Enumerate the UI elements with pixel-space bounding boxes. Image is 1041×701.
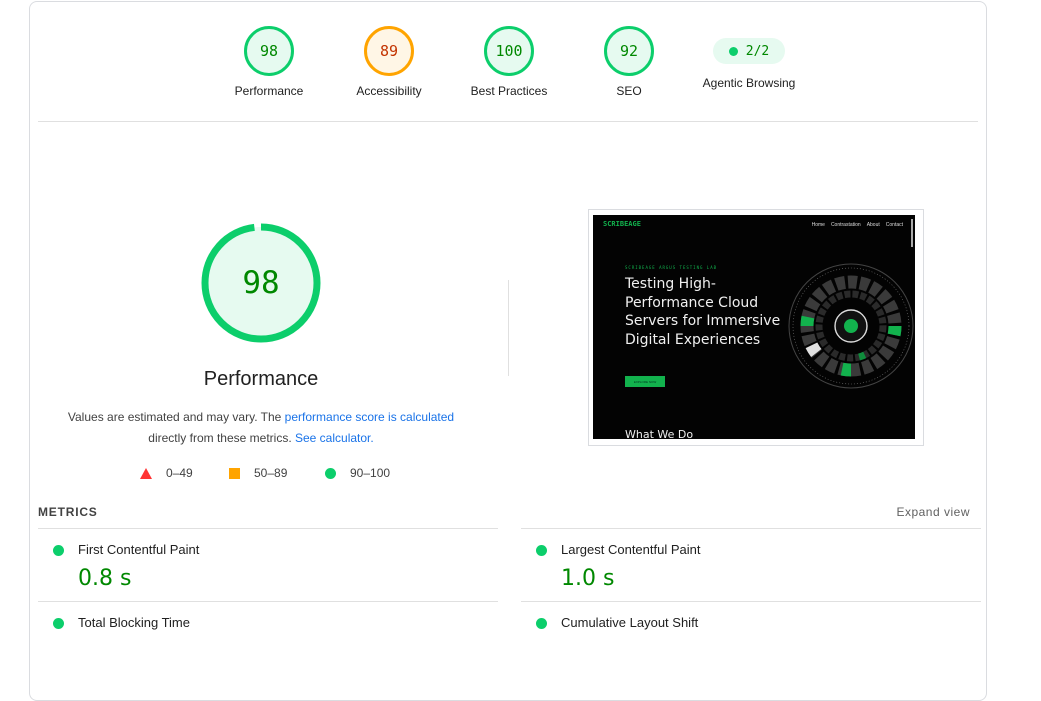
gauge-score: 89 xyxy=(364,26,414,76)
legend-item: 90–100 xyxy=(325,466,390,480)
divider xyxy=(508,280,509,376)
legend-item: 50–89 xyxy=(229,466,287,480)
legend-item: 0–49 xyxy=(140,466,193,480)
gauge-label: Agentic Browsing xyxy=(702,76,796,90)
metric-name: Largest Contentful Paint xyxy=(561,542,701,557)
red-triangle-icon xyxy=(140,467,152,479)
metric-name: Cumulative Layout Shift xyxy=(561,615,699,630)
pass-dot-icon xyxy=(53,545,64,556)
screenshot-tag: SCRIBEAGE ARGUS TESTING LAB xyxy=(625,265,718,270)
metric-cumulative-layout-shift: Cumulative Layout Shift xyxy=(521,601,981,675)
legend-range: 50–89 xyxy=(254,466,288,480)
score-calculated-link[interactable]: performance score is calculated xyxy=(285,410,454,424)
screenshot-nav-item: About xyxy=(866,222,880,228)
gauge-agentic-browsing[interactable]: 2/2 Agentic Browsing xyxy=(689,26,809,90)
metrics-header: METRICS xyxy=(38,505,98,519)
gauge-score: 98 xyxy=(244,26,294,76)
performance-gauge: 98 xyxy=(201,223,321,343)
legend-range: 90–100 xyxy=(350,466,391,480)
screenshot-nav-item: Contrastation xyxy=(830,222,861,228)
gauge-seo[interactable]: 92 SEO xyxy=(569,26,689,98)
screenshot-nav-item: Home xyxy=(811,222,825,228)
gauge-label: Performance xyxy=(234,84,304,98)
screenshot-button: EXPLORE NOW xyxy=(625,376,665,387)
screenshot-nav: Home Contrastation About Contact xyxy=(812,222,903,228)
metric-value: 0.8 s xyxy=(78,566,132,591)
score-summary: 98 Performance 89 Accessibility 100 Best… xyxy=(30,2,986,122)
desc-text: Values are estimated and may vary. The xyxy=(67,410,285,424)
expand-view-toggle[interactable]: Expand view xyxy=(896,505,970,519)
screenshot-scrollbar xyxy=(911,219,913,247)
pass-dot-icon xyxy=(536,618,547,629)
server-ring-graphic xyxy=(788,263,914,389)
metric-value: 1.0 s xyxy=(561,566,615,591)
metric-name: First Contentful Paint xyxy=(78,542,200,557)
screenshot-heading: Testing High-Performance Cloud Servers f… xyxy=(625,276,781,348)
see-calculator-link[interactable]: See calculator. xyxy=(295,431,374,445)
screenshot-image: SCRIBEAGE Home Contrastation About Conta… xyxy=(593,215,915,439)
gauge-performance[interactable]: 98 Performance xyxy=(209,26,329,98)
gauge-label: Accessibility xyxy=(356,84,422,98)
pass-dot-icon xyxy=(53,618,64,629)
gauge-accessibility[interactable]: 89 Accessibility xyxy=(329,26,449,98)
green-circle-icon xyxy=(325,467,336,479)
screenshot-nav-item: Contact xyxy=(885,222,903,228)
agentic-pill: 2/2 xyxy=(713,38,785,64)
legend-range: 0–49 xyxy=(166,466,193,480)
performance-score: 98 xyxy=(242,265,280,301)
pass-dot-icon xyxy=(536,545,547,556)
performance-title: Performance xyxy=(203,368,319,390)
orange-square-icon xyxy=(229,467,240,479)
desc-text: directly from these metrics. xyxy=(148,431,292,445)
final-screenshot[interactable]: SCRIBEAGE Home Contrastation About Conta… xyxy=(588,209,924,446)
performance-description: Values are estimated and may vary. The p… xyxy=(60,407,462,449)
report-card: 98 Performance 89 Accessibility 100 Best… xyxy=(29,1,987,701)
gauge-best-practices[interactable]: 100 Best Practices xyxy=(449,26,569,98)
gauge-score: 92 xyxy=(604,26,654,76)
gauge-label: SEO xyxy=(616,84,642,98)
divider xyxy=(38,121,978,122)
metric-total-blocking-time: Total Blocking Time xyxy=(38,601,498,675)
pass-dot-icon xyxy=(728,46,738,56)
screenshot-logo: SCRIBEAGE xyxy=(603,220,641,228)
metric-name: Total Blocking Time xyxy=(78,615,190,630)
screenshot-subheading: What We Do xyxy=(625,428,694,439)
metric-first-contentful-paint: First Contentful Paint 0.8 s xyxy=(38,528,498,602)
gauge-label: Best Practices xyxy=(470,84,548,98)
metric-largest-contentful-paint: Largest Contentful Paint 1.0 s xyxy=(521,528,981,602)
gauge-score: 100 xyxy=(484,26,534,76)
agentic-value: 2/2 xyxy=(745,43,770,59)
